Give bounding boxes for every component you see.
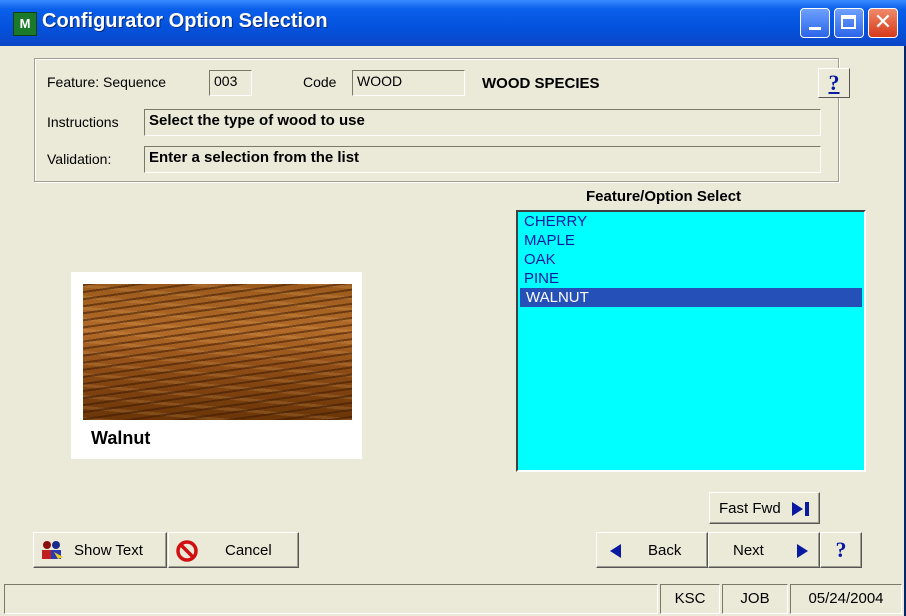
next-label: Next — [733, 542, 764, 559]
status-module: JOB — [722, 584, 788, 614]
maximize-button[interactable] — [834, 8, 864, 38]
next-button[interactable]: Next — [708, 532, 820, 568]
back-arrow-icon — [610, 544, 621, 558]
list-item-pine[interactable]: PINE — [518, 269, 864, 288]
cancel-label: Cancel — [225, 542, 272, 559]
code-description: WOOD SPECIES — [482, 75, 600, 92]
instructions-field: Select the type of wood to use — [144, 109, 821, 136]
option-list-title: Feature/Option Select — [586, 188, 742, 205]
sequence-field[interactable]: 003 — [209, 70, 252, 96]
window-title: Configurator Option Selection — [42, 10, 328, 32]
preview-caption: Walnut — [91, 428, 151, 448]
sequence-label: Feature: Sequence — [47, 74, 167, 90]
status-date: 05/24/2004 — [790, 584, 902, 614]
people-icon — [42, 541, 63, 559]
maximize-icon — [841, 15, 856, 29]
help-button[interactable]: ? — [820, 532, 862, 568]
title-bar[interactable]: M Configurator Option Selection ✕ — [0, 0, 906, 46]
list-item-cherry[interactable]: CHERRY — [518, 212, 864, 231]
fast-forward-icon — [792, 502, 809, 516]
validation-label: Validation: — [47, 151, 112, 167]
status-bar: KSC JOB 05/24/2004 — [4, 584, 903, 614]
list-item-oak[interactable]: OAK — [518, 250, 864, 269]
validation-field: Enter a selection from the list — [144, 146, 821, 173]
cancel-icon — [176, 540, 198, 562]
close-icon: ✕ — [873, 10, 893, 35]
back-button[interactable]: Back — [596, 532, 708, 568]
walnut-wood-texture-image — [83, 284, 352, 420]
next-arrow-icon — [797, 544, 808, 558]
feature-help-button[interactable]: ? — [818, 68, 850, 98]
show-text-button[interactable]: Show Text — [33, 532, 167, 568]
instructions-label: Instructions — [47, 114, 119, 130]
list-item-walnut[interactable]: WALNUT — [520, 288, 862, 307]
configurator-window: M Configurator Option Selection ✕ Featur… — [0, 0, 906, 616]
code-field[interactable]: WOOD — [352, 70, 465, 96]
option-preview-panel: Walnut — [71, 272, 362, 459]
close-button[interactable]: ✕ — [868, 8, 898, 38]
list-item-maple[interactable]: MAPLE — [518, 231, 864, 250]
option-listbox[interactable]: CHERRY MAPLE OAK PINE WALNUT — [516, 210, 866, 472]
minimize-button[interactable] — [800, 8, 830, 38]
app-icon: M — [13, 12, 37, 36]
fast-forward-button[interactable]: Fast Fwd — [709, 492, 820, 524]
status-message — [4, 584, 658, 614]
fast-forward-label: Fast Fwd — [719, 500, 781, 517]
code-label: Code — [303, 74, 337, 90]
show-text-label: Show Text — [74, 542, 143, 559]
back-label: Back — [648, 542, 682, 559]
cancel-button[interactable]: Cancel — [168, 532, 299, 568]
status-user: KSC — [660, 584, 720, 614]
minimize-icon — [809, 27, 821, 30]
